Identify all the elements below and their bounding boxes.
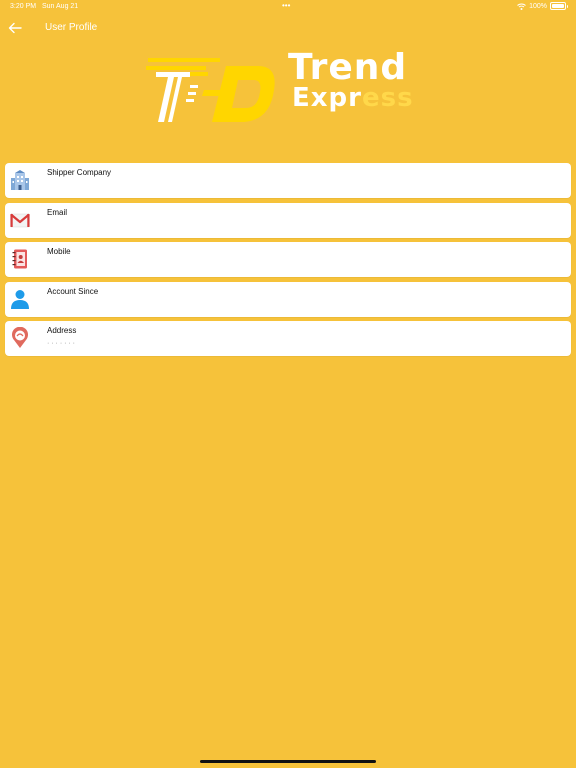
trend-express-logo: Trend Express — [146, 47, 436, 126]
shipper-company-row: Shipper Company — [5, 163, 571, 198]
profile-list: Shipper Company Email Mobile Account Sin… — [5, 163, 571, 361]
address-row: Address · · · · · · · — [5, 321, 571, 356]
contact-book-icon — [12, 249, 27, 269]
mobile-row: Mobile — [5, 242, 571, 277]
email-label: Email — [47, 207, 68, 217]
back-arrow-icon[interactable] — [6, 19, 24, 37]
mail-icon — [10, 213, 30, 227]
status-time: 3:20 PM — [10, 3, 37, 10]
home-indicator[interactable] — [200, 760, 376, 763]
nav-bar: User Profile — [0, 14, 576, 42]
battery-percent: 100% — [529, 2, 547, 10]
logo-text-express-main: Expr — [292, 83, 362, 113]
status-date: Sun Aug 21 — [42, 3, 79, 10]
battery-icon — [550, 2, 568, 10]
logo-text-express: Express — [292, 83, 414, 113]
account-since-row: Account Since — [5, 281, 571, 317]
address-value: · · · · · · · — [47, 340, 75, 347]
multitasking-dots[interactable]: ••• — [282, 1, 290, 10]
page-title: User Profile — [45, 22, 98, 33]
shipper-company-label: Shipper Company — [47, 168, 112, 177]
logo-text-express-faint: ess — [361, 83, 414, 113]
user-icon — [11, 289, 29, 309]
logo-text-trend: Trend — [288, 47, 408, 88]
status-bar: 3:20 PM Sun Aug 21 ••• 100% — [0, 0, 576, 14]
building-icon — [11, 170, 29, 190]
location-pin-icon — [12, 327, 28, 348]
mobile-label: Mobile — [47, 247, 71, 256]
wifi-icon — [517, 3, 526, 10]
address-label: Address — [47, 326, 77, 335]
account-since-label: Account Since — [47, 286, 99, 296]
status-right: 100% — [517, 2, 568, 10]
email-row: Email — [5, 202, 571, 238]
logo-mark-icon — [146, 58, 275, 122]
